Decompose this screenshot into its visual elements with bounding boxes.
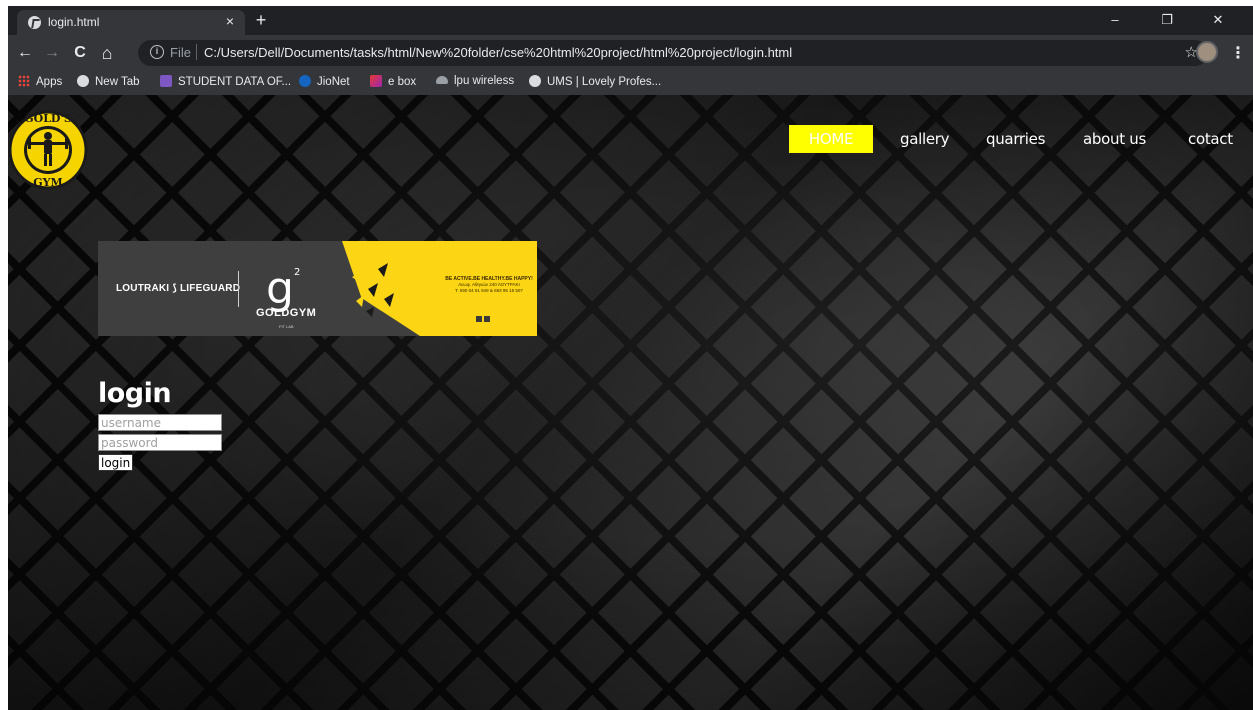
restore-button[interactable]: ❐	[1153, 10, 1181, 30]
bookmark-label: e box	[388, 76, 417, 88]
bookmark-ums[interactable]: UMS | Lovely Profes...	[529, 75, 661, 88]
nav-quarries[interactable]: quarries	[986, 125, 1045, 153]
bookmark-ebox[interactable]: e box	[370, 75, 416, 88]
banner-promo-text: BE ACTIVE.BE HEALTHY.BE HAPPY! Λεωφ. Αθη…	[443, 276, 535, 294]
facebook-icon	[476, 316, 482, 322]
bookmark-label: New Tab	[95, 76, 140, 88]
chrome-icon	[28, 16, 41, 29]
svg-text:GOLD'S: GOLD'S	[24, 112, 72, 125]
forward-button[interactable]: →	[42, 43, 62, 63]
chrome-icon	[77, 75, 89, 87]
address-divider	[196, 44, 197, 60]
tab-strip: login.html × + – ❐ ✕	[8, 6, 1253, 35]
banner-social-icons	[476, 309, 492, 327]
close-window-button[interactable]: ✕	[1204, 10, 1232, 30]
tab-login[interactable]: login.html ×	[17, 10, 245, 35]
promo-line-2: Λεωφ. Αθηνών 240 ΛΟΥΤΡΑΚΙ	[458, 282, 520, 287]
nav-gallery[interactable]: gallery	[900, 125, 950, 153]
svg-text:GYM: GYM	[33, 176, 62, 189]
browser-toolbar: ← → C ⌂ i File C:/Users/Dell/Documents/t…	[8, 35, 1253, 71]
tab-title: login.html	[48, 15, 100, 29]
jio-icon	[299, 75, 311, 87]
bookmark-lpu-wireless[interactable]: lpu wireless	[436, 75, 514, 87]
banner-shards-graphic	[352, 253, 394, 317]
browser-window: login.html × + – ❐ ✕ ← → C ⌂ i File C:/U…	[8, 6, 1253, 710]
password-input[interactable]	[98, 434, 222, 451]
apps-grid-icon	[18, 75, 30, 87]
chrome-icon	[529, 75, 541, 87]
banner-lifeguard-text: LOUTRAKI ⟆ LIFEGUARD	[116, 283, 241, 294]
login-button[interactable]: login	[98, 454, 134, 471]
username-input[interactable]	[98, 414, 222, 431]
minimize-button[interactable]: –	[1101, 10, 1129, 30]
home-button[interactable]: ⌂	[97, 43, 117, 63]
nav-about-us[interactable]: about us	[1083, 125, 1146, 153]
goldgym-banner: LOUTRAKI ⟆ LIFEGUARD g2 GOLDGYM FIT LAB …	[98, 241, 537, 336]
address-url[interactable]: C:/Users/Dell/Documents/tasks/html/New%2…	[204, 45, 792, 60]
new-tab-button[interactable]: +	[251, 10, 271, 30]
background-vignette	[8, 95, 1253, 710]
bookmark-label: Apps	[36, 76, 63, 88]
address-bar[interactable]: i File C:/Users/Dell/Documents/tasks/htm…	[138, 40, 1208, 66]
banner-g2-mark: g2	[266, 251, 300, 311]
nav-home[interactable]: HOME	[789, 125, 873, 153]
bookmarks-bar: Apps New Tab STUDENT DATA OF... JioNet e…	[8, 71, 1253, 95]
address-scheme: File	[170, 45, 191, 60]
bookmark-apps[interactable]: Apps	[18, 75, 62, 88]
page-viewport: GOLD'S GYM HOME gallery quarries about u…	[8, 95, 1253, 710]
info-icon[interactable]: i	[150, 45, 164, 59]
tab-close-icon[interactable]: ×	[226, 13, 234, 29]
bookmark-label: JioNet	[317, 76, 350, 88]
nav-contact[interactable]: cotact	[1188, 125, 1233, 153]
banner-divider	[238, 271, 239, 307]
instagram-icon	[484, 316, 490, 322]
banner-fitlab-text: FIT LAB	[279, 324, 294, 329]
reload-button[interactable]: C	[70, 43, 90, 63]
bookmark-label: STUDENT DATA OF...	[178, 76, 292, 88]
cloud-icon	[436, 76, 448, 84]
banner-goldgym-text: GOLDGYM	[256, 307, 317, 319]
ebox-icon	[370, 75, 382, 87]
bookmark-jionet[interactable]: JioNet	[299, 75, 350, 88]
login-title: login	[98, 378, 172, 409]
bookmark-new-tab[interactable]: New Tab	[77, 75, 140, 88]
sheet-icon	[160, 75, 172, 87]
bookmark-label: lpu wireless	[454, 75, 515, 87]
bookmark-label: UMS | Lovely Profes...	[547, 76, 662, 88]
profile-avatar[interactable]	[1196, 41, 1218, 63]
golds-gym-logo[interactable]: GOLD'S GYM	[8, 108, 92, 192]
banner-g-superscript: 2	[293, 267, 301, 278]
menu-icon[interactable]: ⋮	[1230, 43, 1246, 63]
bookmark-student-data[interactable]: STUDENT DATA OF...	[160, 75, 291, 88]
promo-line-3: T. 690 04 61 949 & 693 95 15 507	[455, 288, 523, 293]
back-button[interactable]: ←	[15, 43, 35, 63]
